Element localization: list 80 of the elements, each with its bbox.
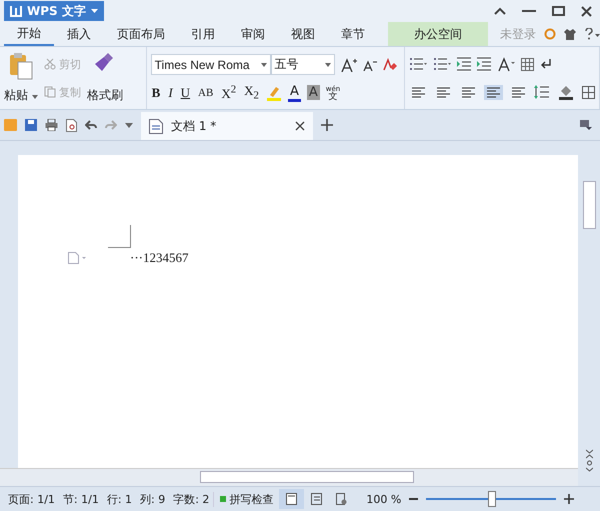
scrollbar-thumb[interactable] — [582, 181, 596, 229]
caret-icon — [260, 62, 267, 67]
status-text: 字数: 2 — [172, 492, 210, 506]
align-button[interactable] — [409, 84, 428, 100]
paste-button[interactable]: 粘贴 — [4, 87, 38, 104]
format-painter-button[interactable]: 格式刷 — [86, 87, 123, 104]
app-menu-button[interactable]: WPS 文字 — [4, 1, 104, 21]
clipboard-icon[interactable] — [8, 52, 33, 80]
color-button[interactable]: A — [288, 84, 301, 102]
page-icon — [286, 493, 298, 505]
caret-icon[interactable] — [125, 122, 133, 128]
shirt-icon[interactable] — [564, 28, 576, 40]
maximize-icon[interactable] — [552, 6, 565, 16]
list-icon[interactable] — [433, 57, 451, 71]
minimize-icon[interactable] — [522, 10, 536, 12]
clear-format-icon[interactable] — [382, 58, 398, 72]
caret-icon — [32, 95, 38, 99]
print-preview-icon[interactable] — [66, 118, 77, 132]
copy-icon — [44, 86, 56, 98]
align-button[interactable] — [509, 84, 528, 100]
window-menu-icon[interactable] — [580, 120, 592, 130]
page-navigation-icon[interactable] — [586, 448, 592, 472]
format-button[interactable]: U — [180, 84, 192, 101]
status-text: 页面: 1/1 — [7, 492, 56, 506]
font-size-dropdown[interactable]: 五号 — [270, 54, 335, 76]
menu-tab[interactable]: 办公空间 — [388, 22, 488, 46]
close-icon[interactable] — [295, 121, 305, 131]
help-icon[interactable] — [584, 28, 600, 40]
w-logo-icon — [10, 5, 22, 17]
text-direction-icon[interactable] — [497, 56, 515, 72]
format-button[interactable]: AB — [197, 86, 214, 99]
indent-icon[interactable] — [457, 57, 471, 71]
align-button[interactable] — [484, 84, 503, 100]
zoom-percent: 100 % — [366, 492, 402, 506]
zoom-slider[interactable] — [488, 491, 496, 507]
format-button[interactable]: B — [150, 84, 162, 101]
indent-icon[interactable] — [477, 57, 491, 71]
close-icon[interactable] — [581, 6, 592, 16]
grow-font-icon[interactable] — [340, 58, 357, 72]
menu-tab[interactable]: 插入 — [54, 22, 104, 46]
web-page-icon — [336, 493, 348, 505]
shrink-font-icon[interactable] — [362, 58, 377, 71]
status-text: 节: 1/1 — [62, 492, 100, 506]
page-view-button[interactable] — [279, 489, 304, 509]
line-spacing-icon[interactable] — [534, 85, 552, 99]
format-button[interactable]: X$^{2}$ — [220, 83, 238, 102]
horizontal-scrollbar[interactable] — [0, 468, 578, 486]
menu-tab[interactable]: 页面布局 — [104, 22, 178, 46]
menu-tab[interactable]: 引用 — [178, 22, 228, 46]
scrollbar-thumb[interactable] — [200, 471, 414, 483]
zoom-in-icon[interactable] — [564, 494, 574, 504]
scissors-icon — [44, 58, 56, 70]
menu-tab[interactable]: 审阅 — [228, 22, 278, 46]
undo-icon[interactable] — [85, 120, 97, 130]
plus-icon[interactable] — [321, 119, 333, 131]
collapse-icon[interactable] — [494, 7, 506, 15]
menu-tab[interactable]: 视图 — [278, 22, 328, 46]
save-icon[interactable] — [25, 119, 37, 131]
document-icon — [149, 118, 163, 134]
color-button[interactable]: A — [306, 85, 320, 100]
status-text: 行: 1 — [106, 492, 134, 506]
list-icon[interactable] — [409, 57, 427, 71]
caret-icon — [90, 9, 98, 13]
format-button[interactable]: X$_{2}$ — [243, 83, 260, 102]
menu-tab[interactable]: 章节 — [328, 22, 378, 46]
format-button[interactable]: I — [167, 84, 174, 101]
status-text: 列: 9 — [139, 492, 166, 506]
font-name-dropdown[interactable]: Times New Roma — [150, 54, 271, 76]
printer-icon[interactable] — [45, 119, 58, 131]
margin-corner-mark — [108, 225, 131, 248]
line-break-icon[interactable] — [540, 58, 552, 70]
document-tab[interactable]: 文档 1 * — [141, 112, 313, 140]
align-button[interactable] — [459, 84, 478, 100]
outline-icon — [311, 493, 322, 505]
caret-icon — [324, 62, 331, 67]
table-icon[interactable] — [521, 58, 534, 70]
align-button[interactable] — [434, 84, 453, 100]
fill-bucket-icon[interactable] — [558, 84, 576, 100]
document-text: ···1234567 — [130, 250, 188, 266]
border-icon[interactable] — [582, 86, 595, 98]
